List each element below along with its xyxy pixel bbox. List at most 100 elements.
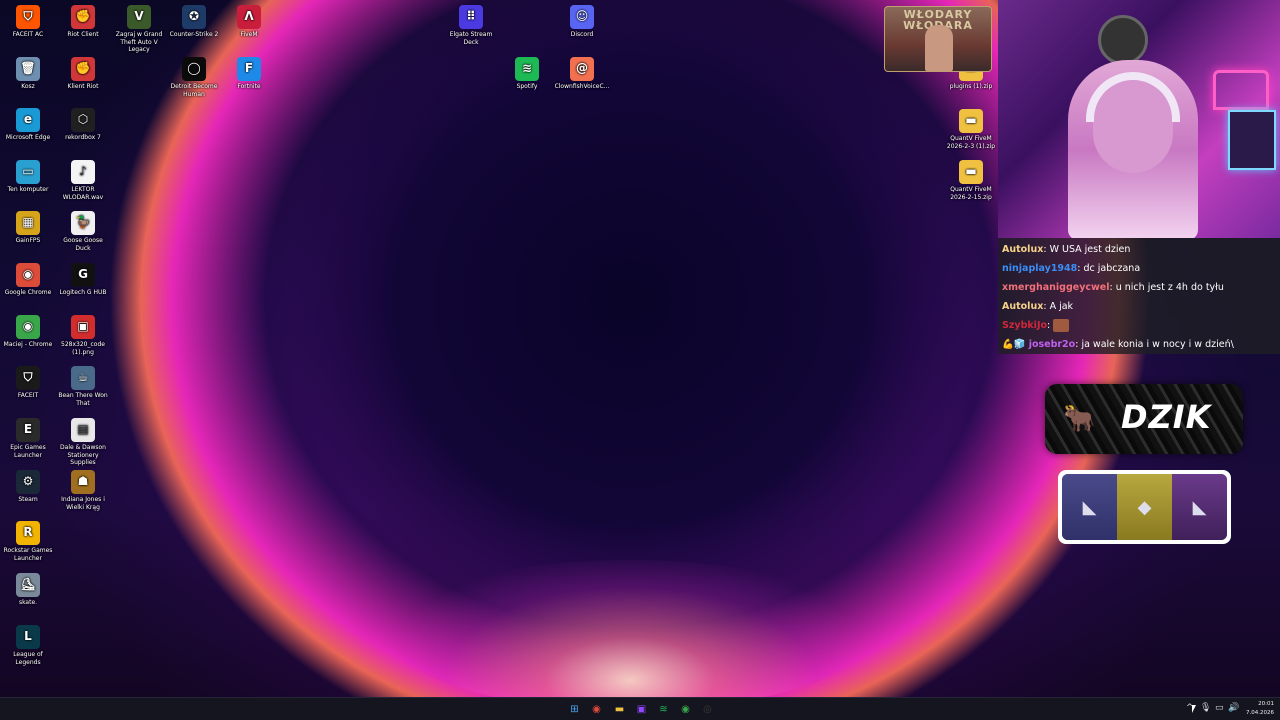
- wall-disc: [1098, 15, 1148, 65]
- desktop-icon-2[interactable]: V Zagraj w Grand Theft Auto V Legacy: [111, 5, 167, 54]
- desktop-icon-label: Counter-Strike 2: [169, 31, 219, 38]
- desktop-icon-21[interactable]: E Epic Games Launcher: [0, 418, 56, 459]
- dzik-label: DZIK: [1121, 398, 1212, 436]
- desktop-icon-label: Spotify: [516, 83, 538, 90]
- image-file-icon: ▣: [71, 315, 95, 339]
- bull-icon: 🐂: [1063, 404, 1096, 434]
- desktop-icon-0[interactable]: ⛉ FACEIT AC: [0, 5, 56, 39]
- badge-icon: 💪🧊: [1002, 339, 1029, 350]
- desktop-icon-label: Microsoft Edge: [5, 134, 51, 141]
- fortnite-icon: F: [237, 57, 261, 81]
- desktop-icon-label: FiveM: [240, 31, 258, 38]
- chat-username: ninjaplay1948: [1002, 263, 1078, 274]
- chat-message: 💪🧊 josebr2o: ja wale konia i w nocy i w …: [1002, 335, 1276, 354]
- desktop-icon-label: QuantV FiveM 2026-2-15.zip: [950, 186, 992, 201]
- desktop-icon-34[interactable]: ▬ QuantV FiveM 2026-2-15.zip: [943, 160, 999, 201]
- taskbar-clock[interactable]: 20:01 7.04.2026: [1238, 700, 1274, 718]
- case-slot-center: ◆: [1117, 474, 1172, 540]
- neon-house-lamp: [1213, 70, 1269, 110]
- file-explorer-taskbar[interactable]: ▬: [611, 701, 628, 718]
- desktop-icon-label: Logitech G HUB: [59, 289, 107, 296]
- faceit-ac-icon: ⛉: [16, 5, 40, 29]
- desktop-icon-label: GainFPS: [15, 237, 41, 244]
- desktop-icon-20[interactable]: ☕ Bean There Won That: [55, 366, 111, 407]
- mouse-cursor: [1192, 705, 1196, 713]
- clock-time: 20:01: [1258, 701, 1274, 707]
- desktop-icon-16[interactable]: G Logitech G HUB: [55, 263, 111, 297]
- desktop-icon-label: FACEIT: [17, 392, 39, 399]
- desktop-icon-27[interactable]: L League of Legends: [0, 625, 56, 666]
- desktop-icon-11[interactable]: ▭ Ten komputer: [0, 160, 56, 194]
- network-icon[interactable]: ▭: [1215, 703, 1224, 713]
- desktop-icon-6[interactable]: ✊ Klient Riot: [55, 57, 111, 91]
- desktop-icon-13[interactable]: ▦ GainFPS: [0, 211, 56, 245]
- desktop-icon-label: Klient Riot: [67, 83, 99, 90]
- chat-username: xmerghaniggeycwel: [1002, 282, 1110, 293]
- obs-taskbar[interactable]: ◎: [699, 701, 716, 718]
- this-pc-icon: ▭: [16, 160, 40, 184]
- desktop-icon-33[interactable]: ▬ QuantV FiveM 2026-2-3 (1).zip: [943, 109, 999, 150]
- rekordbox-icon: ⬡: [71, 108, 95, 132]
- pc-case: [1228, 110, 1276, 170]
- game-icon: ☕: [71, 366, 95, 390]
- case-slot-right: ◣: [1172, 474, 1227, 540]
- spotify-taskbar[interactable]: ≋: [655, 701, 672, 718]
- riot-client-icon: ✊: [71, 5, 95, 29]
- desktop-icon-3[interactable]: ✪ Counter-Strike 2: [166, 5, 222, 39]
- dzik-banner: 🐂 DZIK: [1045, 384, 1243, 454]
- desktop-icon-14[interactable]: 🦆 Goose Goose Duck: [55, 211, 111, 252]
- desktop-icon-24[interactable]: ☗ Indiana Jones i Wielki Krąg: [55, 470, 111, 511]
- desktop-icon-31[interactable]: @ ClownfishVoiceC...: [554, 57, 610, 91]
- desktop-icon-10[interactable]: ⬡ rekordbox 7: [55, 108, 111, 142]
- webcam-overlay: [998, 0, 1280, 238]
- microphone-icon[interactable]: 🎙: [1200, 703, 1211, 713]
- case-slots: ◣ ◆ ◣: [1062, 474, 1227, 540]
- emote-icon: [1053, 319, 1070, 332]
- start-button[interactable]: ⊞: [566, 701, 583, 718]
- desktop-icon-label: Indiana Jones i Wielki Krąg: [61, 496, 105, 511]
- chat-text: u nich jest z 4h do tyłu: [1115, 282, 1224, 293]
- desktop-icon-label: Rockstar Games Launcher: [3, 547, 53, 562]
- twitch-taskbar[interactable]: ▣: [633, 701, 650, 718]
- desktop-icon-5[interactable]: 🗑 Kosz: [0, 57, 56, 91]
- chat-message: SzybkiJo:: [1002, 316, 1276, 335]
- desktop-icon-1[interactable]: ✊ Riot Client: [55, 5, 111, 39]
- desktop-icon-label: Bean There Won That: [58, 392, 108, 407]
- gta-v-icon: V: [127, 5, 151, 29]
- league-icon: L: [16, 625, 40, 649]
- chat-message: xmerghaniggeycwel: u nich jest z 4h do t…: [1002, 278, 1276, 297]
- desktop-icon-18[interactable]: ▣ 528x320_code (1).png: [55, 315, 111, 356]
- desktop-icon-30[interactable]: ≋ Spotify: [499, 57, 555, 91]
- desktop-icon-label: Riot Client: [67, 31, 99, 38]
- desktop-icon-12[interactable]: ♪ LEKTOR WLODAR.wav: [55, 160, 111, 201]
- zip-folder-icon: ▬: [959, 160, 983, 184]
- edge-icon: e: [16, 108, 40, 132]
- desktop-icon-label: League of Legends: [13, 651, 43, 666]
- desktop-icon-label: QuantV FiveM 2026-2-3 (1).zip: [946, 135, 996, 150]
- desktop-icon-label: Zagraj w Grand Theft Auto V Legacy: [115, 31, 163, 53]
- desktop-icon-label: plugins (1).zip: [949, 83, 993, 90]
- chat-text: ja wale konia i w nocy i w dzień\: [1081, 339, 1234, 350]
- desktop-icon-label: Kosz: [21, 83, 35, 90]
- desktop-icon-7[interactable]: ◯ Detroit Become Human: [166, 57, 222, 98]
- desktop-icon-29[interactable]: ☺ Discord: [554, 5, 610, 39]
- desktop-icon-26[interactable]: ⛸ skate.: [0, 573, 56, 607]
- desktop-icon-9[interactable]: e Microsoft Edge: [0, 108, 56, 142]
- chat-message: Autolux: W USA jest dzien: [1002, 240, 1276, 259]
- steam-icon: ⚙: [16, 470, 40, 494]
- desktop-icon-15[interactable]: ◉ Google Chrome: [0, 263, 56, 297]
- desktop-icon-25[interactable]: R Rockstar Games Launcher: [0, 521, 56, 562]
- desktop-icon-label: Ten komputer: [7, 186, 49, 193]
- chrome-taskbar[interactable]: ◉: [588, 701, 605, 718]
- chrome-profile-taskbar[interactable]: ◉: [677, 701, 694, 718]
- rockstar-icon: R: [16, 521, 40, 545]
- desktop-icon-8[interactable]: F Fortnite: [221, 57, 277, 91]
- desktop-icon-19[interactable]: ⛉ FACEIT: [0, 366, 56, 400]
- desktop-icon-28[interactable]: ⠿ Elgato Stream Deck: [443, 5, 499, 46]
- desktop-icon-17[interactable]: ◉ Maciej - Chrome: [0, 315, 56, 349]
- desktop-icon-label: Epic Games Launcher: [10, 444, 46, 459]
- desktop-icon-23[interactable]: ⚙ Steam: [0, 470, 56, 504]
- desktop-icon-label: Dale & Dawson Stationery Supplies: [60, 444, 106, 466]
- desktop-icon-22[interactable]: ▤ Dale & Dawson Stationery Supplies: [55, 418, 111, 467]
- desktop-icon-4[interactable]: Λ FiveM: [221, 5, 277, 39]
